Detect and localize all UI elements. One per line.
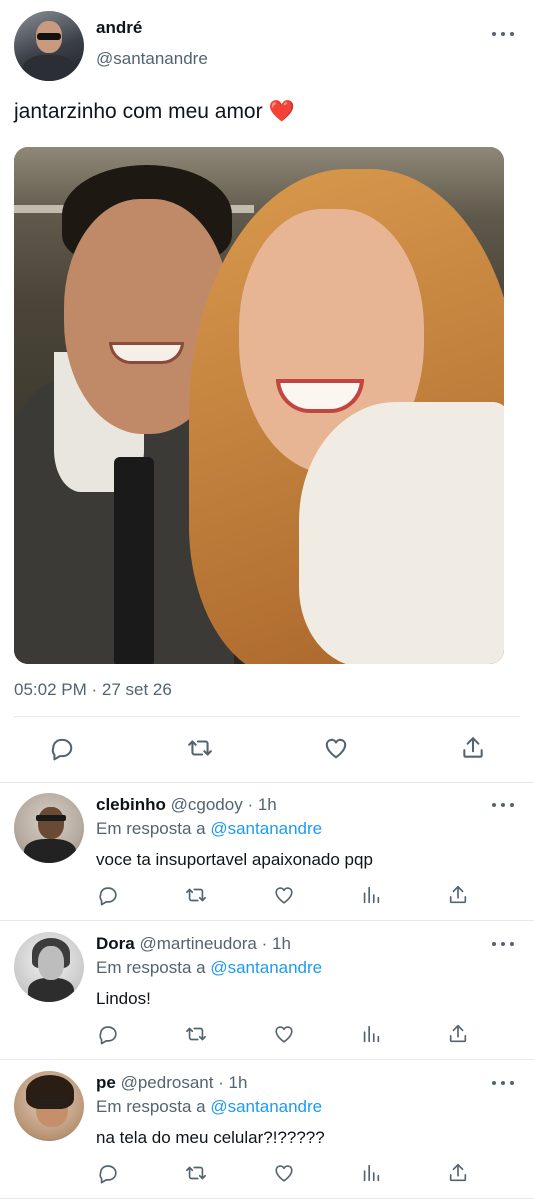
mention-link[interactable]: @santanandre [210, 819, 322, 838]
reply-handle-time[interactable]: @cgodoy · 1h [171, 795, 277, 814]
reply-icon[interactable] [47, 733, 77, 763]
analytics-icon[interactable] [359, 1161, 383, 1185]
more-options-icon[interactable] [492, 1073, 514, 1093]
share-icon[interactable] [446, 1022, 470, 1046]
in-reply-to: Em resposta a @santanandre [96, 819, 322, 839]
reply-avatar[interactable] [14, 793, 84, 863]
reply-icon[interactable] [96, 883, 120, 907]
like-icon[interactable] [272, 1022, 296, 1046]
retweet-icon[interactable] [184, 1161, 208, 1185]
tweet-photo[interactable] [14, 147, 504, 664]
divider [0, 920, 534, 921]
reply-text: Lindos! [96, 989, 151, 1008]
reply-tweet[interactable]: Dora @martineudora · 1h Em resposta a @s… [0, 922, 534, 1061]
reply-header: pe @pedrosant · 1h [96, 1073, 247, 1093]
reply-handle-time[interactable]: @martineudora · 1h [139, 934, 290, 953]
divider [0, 1059, 534, 1060]
reply-header: clebinho @cgodoy · 1h [96, 795, 277, 815]
analytics-icon[interactable] [359, 1022, 383, 1046]
in-reply-label: Em resposta a [96, 819, 206, 838]
in-reply-to: Em resposta a @santanandre [96, 1097, 322, 1117]
like-icon[interactable] [272, 1161, 296, 1185]
reply-display-name[interactable]: Dora [96, 934, 135, 953]
reply-handle-time[interactable]: @pedrosant · 1h [121, 1073, 248, 1092]
tweet-action-bar [0, 733, 534, 767]
share-icon[interactable] [446, 1161, 470, 1185]
red-heart-emoji: ❤️ [268, 100, 295, 123]
reply-display-name[interactable]: pe [96, 1073, 116, 1092]
reply-action-bar [0, 1022, 534, 1048]
analytics-icon[interactable] [359, 883, 383, 907]
retweet-icon[interactable] [184, 883, 208, 907]
divider [14, 716, 520, 717]
like-icon[interactable] [321, 733, 351, 763]
reply-avatar[interactable] [14, 1071, 84, 1141]
share-icon[interactable] [446, 883, 470, 907]
author-display-name[interactable]: andré [96, 18, 142, 38]
reply-tweet[interactable]: clebinho @cgodoy · 1h Em resposta a @san… [0, 783, 534, 922]
in-reply-label: Em resposta a [96, 1097, 206, 1116]
reply-display-name[interactable]: clebinho [96, 795, 166, 814]
reply-action-bar [0, 1161, 534, 1187]
reply-avatar[interactable] [14, 932, 84, 1002]
tweet-text-content: jantarzinho com meu amor [14, 100, 263, 123]
in-reply-label: Em resposta a [96, 958, 206, 977]
main-tweet: andré @santanandre jantarzinho com meu a… [0, 0, 534, 783]
reply-text: na tela do meu celular?!????? [96, 1128, 325, 1147]
tweet-text: jantarzinho com meu amor ❤️ [14, 100, 295, 124]
tweet-timestamp[interactable]: 05:02 PM · 27 set 26 [14, 680, 172, 700]
retweet-icon[interactable] [184, 1022, 208, 1046]
more-options-icon[interactable] [492, 24, 514, 44]
like-icon[interactable] [272, 883, 296, 907]
mention-link[interactable]: @santanandre [210, 1097, 322, 1116]
in-reply-to: Em resposta a @santanandre [96, 958, 322, 978]
reply-tweet[interactable]: pe @pedrosant · 1h Em resposta a @santan… [0, 1061, 534, 1199]
retweet-icon[interactable] [185, 733, 215, 763]
share-icon[interactable] [458, 733, 488, 763]
mention-link[interactable]: @santanandre [210, 958, 322, 977]
reply-icon[interactable] [96, 1022, 120, 1046]
author-avatar[interactable] [14, 11, 84, 81]
more-options-icon[interactable] [492, 934, 514, 954]
reply-text: voce ta insuportavel apaixonado pqp [96, 850, 373, 869]
reply-header: Dora @martineudora · 1h [96, 934, 291, 954]
reply-action-bar [0, 883, 534, 909]
more-options-icon[interactable] [492, 795, 514, 815]
reply-icon[interactable] [96, 1161, 120, 1185]
author-handle[interactable]: @santanandre [96, 49, 208, 69]
